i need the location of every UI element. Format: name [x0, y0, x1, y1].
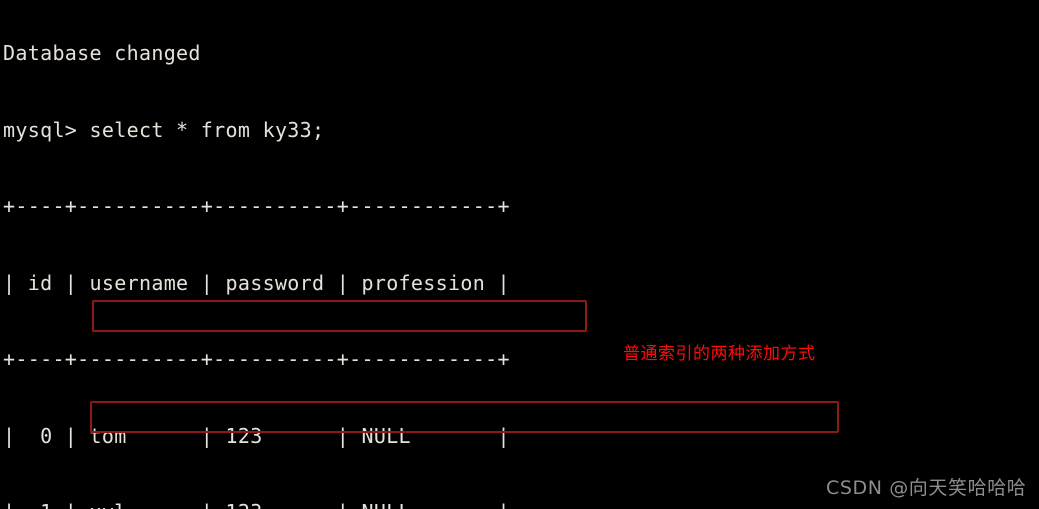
- table-header-row: | id | username | password | profession …: [3, 270, 510, 295]
- terminal-line-select-command: mysql> select * from ky33;: [3, 117, 325, 142]
- terminal-output: Database changed mysql> select * from ky…: [3, 0, 732, 509]
- table-row: | 0 | tom | 123 | NULL |: [3, 423, 510, 448]
- table-row: | 1 | xyl | 123 | NULL |: [3, 500, 732, 509]
- terminal-line-database-changed: Database changed: [3, 41, 201, 65]
- watermark: CSDN @向天笑哈哈哈: [826, 477, 1027, 499]
- annotation-text: 普通索引的两种添加方式: [623, 344, 816, 364]
- terminal-window[interactable]: Database changed mysql> select * from ky…: [0, 0, 1039, 509]
- table-border-top: +----+----------+----------+------------…: [3, 194, 510, 218]
